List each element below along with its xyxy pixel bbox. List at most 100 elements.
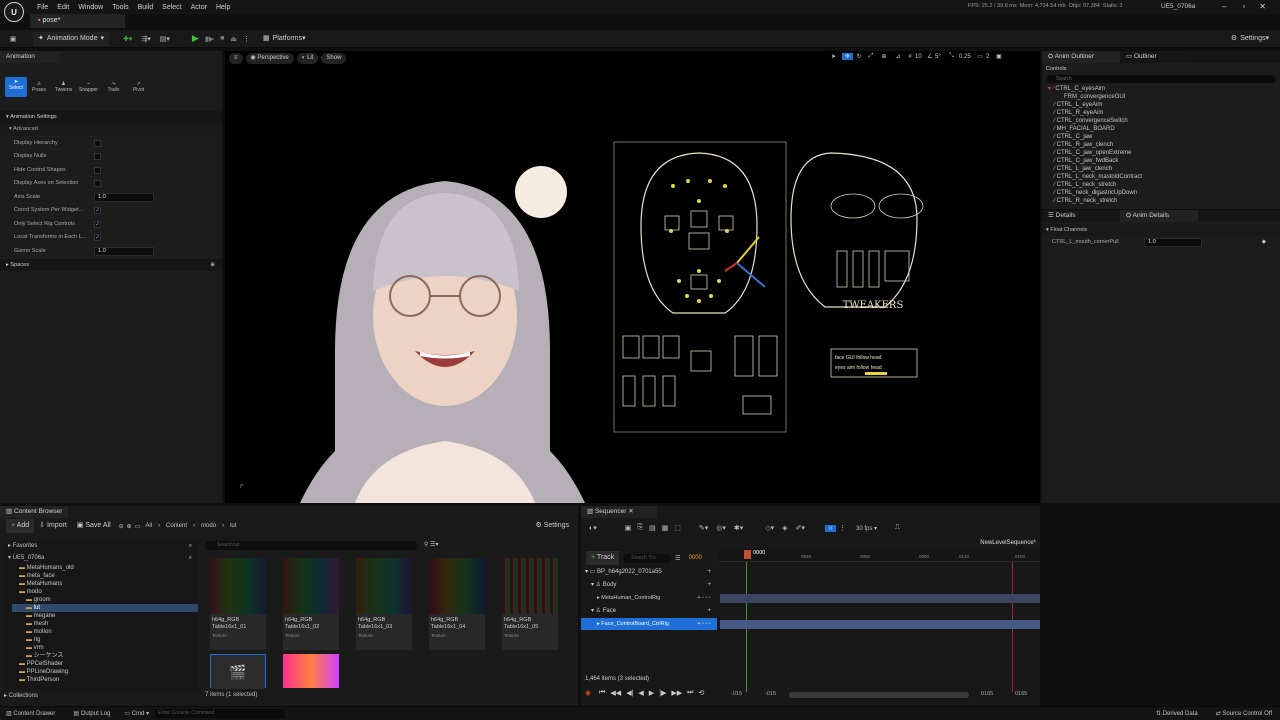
folder-item[interactable]: ▬ lut xyxy=(12,604,198,612)
current-frame[interactable]: 0000 xyxy=(689,555,702,561)
source-control-button[interactable]: ⇄ Source Control Off xyxy=(1216,710,1272,717)
asset-tile[interactable]: h64g_RGB Table16x1_03 Texture xyxy=(356,558,412,650)
prev-key-icon[interactable]: ◀◀ xyxy=(610,689,621,697)
mode-dropdown[interactable]: ✦ Animation Mode ▾ xyxy=(33,31,109,46)
level-viewport[interactable]: ≡ ◉ Perspective ◐ Lit Show ➤ ✥ ↻ ⤢ ⊕ ⊿ #… xyxy=(225,51,1040,503)
path-lut[interactable]: lut xyxy=(230,523,236,529)
path-content[interactable]: Content xyxy=(166,523,187,529)
snap-options-icon[interactable]: ⋮ xyxy=(839,524,846,532)
tool-pivot[interactable]: ↗ Pivot xyxy=(126,81,151,93)
grid-value[interactable]: 10 xyxy=(915,54,927,60)
angle-snap-icon[interactable]: ∠ xyxy=(927,53,935,60)
float-channels-header[interactable]: ▾ Float Channels xyxy=(1042,224,1280,236)
viewport-menu-icon[interactable]: ≡ xyxy=(229,53,243,64)
scale-snap-icon[interactable]: ⤡ xyxy=(949,53,959,60)
folder-item[interactable]: ▬ modo xyxy=(12,588,198,596)
angle-value[interactable]: 5° xyxy=(935,54,949,60)
add-actor-icon[interactable]: ✚▾ xyxy=(123,35,132,43)
tab-anim-outliner[interactable]: ⛭ Anim Outliner xyxy=(1042,51,1120,63)
folder-item[interactable]: ▬ MetaHumans xyxy=(12,580,198,588)
surface-snap-icon[interactable]: ⊿ xyxy=(891,53,905,60)
root-header[interactable]: ▾ UE5_0706a ⌕ xyxy=(4,552,198,564)
menu-select[interactable]: Select xyxy=(162,4,181,11)
tool-tweens[interactable]: ♟ Tweens xyxy=(51,81,76,93)
outliner-item[interactable]: ∕ CTRL_C_jaw xyxy=(1048,133,1280,141)
path-modo[interactable]: modo xyxy=(201,523,216,529)
save-icon[interactable]: ▣ xyxy=(625,524,632,532)
menu-tools[interactable]: Tools xyxy=(112,4,128,11)
tab-details[interactable]: ☰ Details xyxy=(1042,210,1120,222)
outliner-item[interactable]: ∕ CTRL_C_jaw_fwdBack xyxy=(1048,157,1280,165)
blueprint-icon[interactable]: ⇶▾ xyxy=(141,35,150,43)
outliner-item[interactable]: ∕ CTRL_C_jaw_openExtreme xyxy=(1048,149,1280,157)
setting-checkbox[interactable] xyxy=(94,180,101,187)
asset-tile[interactable]: h64g_RGB Table16x1_01 Texture xyxy=(210,558,266,650)
outliner-item[interactable]: ∕ MH_FACIAL_BOARD xyxy=(1048,125,1280,133)
minimize-icon[interactable]: – xyxy=(1222,2,1226,11)
asset-tile[interactable]: 🎬 xyxy=(210,654,266,689)
back-icon[interactable]: ⊖ xyxy=(119,523,124,530)
character-preview[interactable] xyxy=(295,151,595,503)
asset-tile[interactable]: h64g_RGB Table16x1_04 Texture xyxy=(429,558,485,650)
folder-item[interactable]: ▬ groom xyxy=(12,596,198,604)
outliner-item[interactable]: ∕ CTRL_convergenceSwitch xyxy=(1048,117,1280,125)
rotate-icon[interactable]: ↻ xyxy=(853,53,865,60)
outliner-item[interactable]: ∕ CTRL_L_eyeAim xyxy=(1048,101,1280,109)
content-drawer-button[interactable]: ▥ Content Drawer xyxy=(6,710,55,717)
document-tab[interactable]: ▪ pose* xyxy=(30,14,125,28)
asset-tile[interactable] xyxy=(283,654,339,688)
collections-header[interactable]: ▸ Collections xyxy=(4,692,38,699)
diamond-icon[interactable]: ◇▾ xyxy=(765,524,774,532)
tool-select[interactable]: ➤ Select xyxy=(5,77,27,97)
cmd-dropdown[interactable]: ▭ Cmd ▾ xyxy=(124,710,149,717)
eject-icon[interactable]: ⏏ xyxy=(230,35,237,43)
key-icon[interactable]: ◆ xyxy=(1262,236,1266,248)
channel-value-input[interactable]: 1.0 xyxy=(1144,238,1202,247)
magnet-icon[interactable]: ∩ xyxy=(824,524,836,532)
menu-window[interactable]: Window xyxy=(78,4,103,11)
filter-icon[interactable]: ⚲ ☰▾ xyxy=(424,541,438,548)
loop-icon[interactable]: ⟲ xyxy=(698,689,704,697)
range-end-outer[interactable]: 0165 xyxy=(1015,691,1027,697)
folder-item[interactable]: ▬ rig xyxy=(12,636,198,644)
menu-actor[interactable]: Actor xyxy=(191,4,207,11)
key-add-icon[interactable]: + ◦ ◦ ◦ xyxy=(697,592,711,604)
console-input[interactable]: Enter Console Command xyxy=(155,709,286,718)
menu-build[interactable]: Build xyxy=(138,4,154,11)
close-icon[interactable]: ✕ xyxy=(1259,2,1266,11)
close-tab-icon[interactable]: ✕ xyxy=(628,508,633,515)
search-icon[interactable]: ⌕ xyxy=(189,540,192,552)
key-tool-icon[interactable]: ✎▾ xyxy=(699,524,708,532)
folder-item[interactable]: ▬ PPLineDrawing xyxy=(12,668,198,676)
curve-icon[interactable]: ✐▾ xyxy=(796,524,805,532)
outliner-item[interactable]: ∕ CTRL_R_neck_stretch xyxy=(1048,197,1280,205)
lit-button[interactable]: ◐ Lit xyxy=(296,53,319,64)
scale-icon[interactable]: ⤢ xyxy=(865,53,877,60)
move-icon[interactable]: ✥ xyxy=(842,53,853,60)
key-add-icon[interactable]: + ◦ ◦ ◦ xyxy=(697,618,711,630)
track-search-input[interactable]: Search Tra xyxy=(623,553,672,563)
render-icon[interactable]: ⎘ xyxy=(637,524,643,532)
folder-item[interactable]: ▬ MetaHumans_old xyxy=(12,564,198,572)
reverse-icon[interactable]: ◀ xyxy=(638,689,643,697)
folder-item[interactable]: ▬ megane xyxy=(12,612,198,620)
setting-checkbox[interactable]: ✓ xyxy=(94,220,101,228)
auto-key-icon[interactable]: ✱▾ xyxy=(734,524,743,532)
scale-value[interactable]: 0.25 xyxy=(959,54,977,60)
prev-frame-icon[interactable]: ◀| xyxy=(626,689,633,697)
maximize-icon[interactable]: ▫ xyxy=(1242,2,1245,11)
setting-checkbox[interactable]: ✓ xyxy=(94,207,101,214)
folder-item[interactable]: ▬ meta_face xyxy=(12,572,198,580)
track-face[interactable]: ▾ ♙ Face + xyxy=(581,605,717,617)
cinematics-icon[interactable]: ▤▾ xyxy=(160,35,170,43)
add-circle-icon[interactable]: ⊕ xyxy=(210,259,215,271)
section-bar-body[interactable] xyxy=(720,594,1040,603)
film-icon[interactable]: ▦ xyxy=(662,524,669,532)
play-icon[interactable]: ▶ xyxy=(192,33,199,44)
outliner-item[interactable]: ∕ CTRL_neck_digastricUpDown xyxy=(1048,189,1280,197)
menu-help[interactable]: Help xyxy=(216,4,230,11)
sequencer-tab[interactable]: ▥ Sequencer ✕ xyxy=(581,506,657,518)
snap-icon[interactable]: ⬚ xyxy=(674,524,681,532)
view-icon[interactable]: ◎▾ xyxy=(716,524,726,532)
output-log-button[interactable]: ▤ Output Log xyxy=(73,710,110,717)
